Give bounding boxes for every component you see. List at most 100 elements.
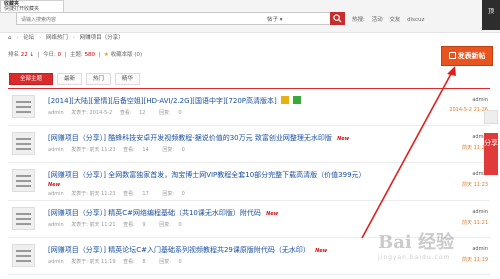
thread-author[interactable]: admin — [48, 259, 64, 265]
thread-meta: admin 发表于: 前天 11:23 查看: 14 回复: 0 — [48, 146, 197, 153]
tab-digest[interactable]: 精华 — [114, 73, 140, 85]
thread-replies: 0 — [181, 191, 185, 197]
attachment-icon — [293, 96, 302, 104]
thread-replies: 0 — [178, 222, 182, 228]
new-post-button[interactable]: 发表新帖 — [441, 46, 493, 66]
views-label: 查看: — [123, 259, 135, 265]
breadcrumb-item[interactable]: 网赚项目（分享） — [80, 35, 124, 41]
avatar[interactable] — [12, 244, 35, 267]
thread-category[interactable]: [网赚项目（分享）] — [48, 134, 106, 142]
avatar[interactable] — [12, 132, 35, 155]
thread-replies: 0 — [181, 147, 185, 153]
views-label: 查看: — [123, 147, 135, 153]
thread-author[interactable]: admin — [48, 147, 64, 153]
thread-title-text[interactable]: 全网数富独家首发，淘宝博士网VIP教程全套10部分完整下载高清版（价值399元） — [108, 171, 365, 179]
thread-filter-tabs: 全部主题 最新 热门 精华 — [9, 73, 142, 87]
browser-toolbar: 收藏夹 快捷打开收藏夹 帖子 ▾ 热搜: 活动 交友 discuz 顶 — [0, 0, 500, 33]
last-reply-user[interactable]: admin — [472, 97, 488, 103]
thread-post-time: 发表于: 前天 11:23 — [71, 191, 116, 197]
search-button[interactable] — [330, 12, 345, 25]
new-badge: New — [266, 211, 279, 217]
thread-title[interactable]: [网赚项目（分享）] 酷蜂科技安卓开发视频教程-据说价值的30万元 致富创业网整… — [48, 133, 349, 143]
thread-title-line2: New — [48, 180, 60, 188]
thread-meta: admin 发表于: 前天 11:21 查看: 9 回复: 0 — [48, 221, 194, 228]
watermark-main: Bai 经验 — [378, 232, 454, 253]
table-row[interactable]: [网赚项目（分享）] 酷蜂科技安卓开发视频教程-据说价值的30万元 致富创业网整… — [8, 126, 490, 163]
avatar[interactable] — [12, 95, 35, 118]
replies-label: 回复: — [159, 110, 171, 116]
views-label: 查看: — [123, 222, 135, 228]
thread-title-text[interactable]: 精英论坛C#入门基础系列视频教程共29课原版附代码（无水印） — [108, 246, 310, 254]
crown-icon — [281, 96, 289, 104]
breadcrumb-item[interactable]: 论坛 — [23, 35, 34, 41]
hot-searches: 热搜: 活动 交友 discuz — [352, 15, 429, 23]
table-row[interactable]: [网赚项目（分享）] 全网数富独家首发，淘宝博士网VIP教程全套10部分完整下载… — [8, 163, 490, 201]
thread-views: 9 — [142, 222, 146, 228]
table-row[interactable]: [2014][大陆][爱情][后备空姐][HD-AVI/2.2G][国语中字][… — [8, 89, 490, 126]
search-box: 帖子 ▾ — [16, 12, 331, 25]
last-reply-time: 前天 11:23 — [462, 182, 488, 188]
search-icon — [333, 14, 342, 23]
star-icon: ★ — [103, 52, 109, 58]
breadcrumb-item[interactable]: 网络热门 — [46, 35, 68, 41]
thread-title[interactable]: [网赚项目（分享）] 精英论坛C#入门基础系列视频教程共29课原版附代码（无水印… — [48, 245, 327, 255]
hot-item[interactable]: 活动 — [372, 17, 383, 23]
watermark-sub: jingyan.baidu.com — [378, 254, 451, 261]
favorite-forum-link[interactable]: 收藏本版 — [111, 52, 133, 58]
thread-title-text[interactable]: [2014][大陆][爱情][后备空姐][HD-AVI/2.2G][国语中字][… — [48, 97, 277, 105]
thread-replies: 0 — [178, 259, 182, 265]
views-label: 查看: — [123, 191, 135, 197]
rank-arrow-icon: ↓ — [29, 52, 35, 58]
hot-label: 热搜: — [352, 17, 365, 23]
thread-title[interactable]: [2014][大陆][爱情][后备空姐][HD-AVI/2.2G][国语中字][… — [48, 96, 302, 106]
thread-author[interactable]: admin — [48, 191, 64, 197]
new-badge: New — [315, 248, 328, 254]
replies-label: 回复: — [159, 259, 171, 265]
thread-author[interactable]: admin — [48, 222, 64, 228]
rank-value: 22 — [20, 52, 28, 58]
search-scope-select[interactable]: 帖子 ▾ — [267, 15, 283, 23]
tab-hot[interactable]: 热门 — [85, 73, 111, 85]
search-input[interactable] — [21, 15, 251, 24]
thread-title[interactable]: [网赚项目（分享）] 全网数富独家首发，淘宝博士网VIP教程全套10部分完整下载… — [48, 170, 366, 180]
favorite-count: (0) — [134, 52, 143, 58]
thread-title[interactable]: [网赚项目（分享）] 精英C#网络编程基础（共10课无水印版）附代码 New — [48, 208, 278, 218]
last-reply-user[interactable]: admin — [472, 246, 488, 252]
thread-post-time: 发表于: 前天 11:23 — [71, 147, 116, 153]
back-to-top-tab[interactable]: 顶 — [482, 0, 500, 30]
thread-views: 8 — [142, 259, 146, 265]
thread-post-time: 发表于: 前天 11:19 — [71, 259, 116, 265]
rank-label: 排名 — [8, 52, 20, 58]
new-badge: New — [48, 182, 61, 188]
thread-author[interactable]: admin — [48, 110, 64, 116]
thread-category[interactable]: [网赚项目（分享）] — [48, 209, 106, 217]
last-reply-user[interactable]: admin — [472, 209, 488, 215]
hot-item[interactable]: 交友 — [389, 17, 400, 23]
new-badge: New — [337, 136, 350, 142]
tab-all[interactable]: 全部主题 — [9, 73, 54, 85]
today-value: 0 — [57, 52, 62, 58]
edit-icon — [448, 52, 456, 59]
thread-title-text[interactable]: 酷蜂科技安卓开发视频教程-据说价值的30万元 致富创业网整理无水印版 — [108, 134, 332, 142]
replies-label: 回复: — [162, 191, 175, 197]
thread-category[interactable]: [网赚项目（分享）] — [48, 171, 106, 179]
thread-replies: 0 — [178, 110, 182, 116]
thread-post-time: 发表于: 前天 11:21 — [71, 222, 116, 228]
avatar[interactable] — [12, 169, 35, 192]
thread-meta: admin 发表于: 前天 11:23 查看: 17 回复: 0 — [48, 190, 197, 197]
thread-title-text[interactable]: 精英C#网络编程基础（共10课无水印版）附代码 — [108, 209, 261, 217]
last-reply-time: 前天 11:19 — [462, 257, 488, 263]
last-reply-time: 2014-5-2 21:26 — [449, 107, 488, 113]
scroll-top-button[interactable] — [484, 110, 498, 124]
last-reply-time: 前天 11:21 — [462, 220, 488, 226]
breadcrumb: ⌂ › 论坛 › 网络热门 › 网赚项目（分享） — [8, 35, 124, 41]
avatar[interactable] — [12, 207, 35, 230]
replies-label: 回复: — [162, 147, 175, 153]
thread-post-time: 发表于: 2014-5-2 — [71, 110, 113, 116]
tab-latest[interactable]: 最新 — [56, 73, 82, 85]
share-button[interactable]: 分享 — [484, 133, 498, 175]
hot-item[interactable]: discuz — [407, 17, 424, 23]
thread-category[interactable]: [网赚项目（分享）] — [48, 246, 106, 254]
home-icon[interactable]: ⌂ — [8, 35, 12, 41]
forum-stats: 排名 22 ↓ | 今日: 0 | 主题: 580 | ★ 收藏本版 (0) — [8, 52, 143, 58]
